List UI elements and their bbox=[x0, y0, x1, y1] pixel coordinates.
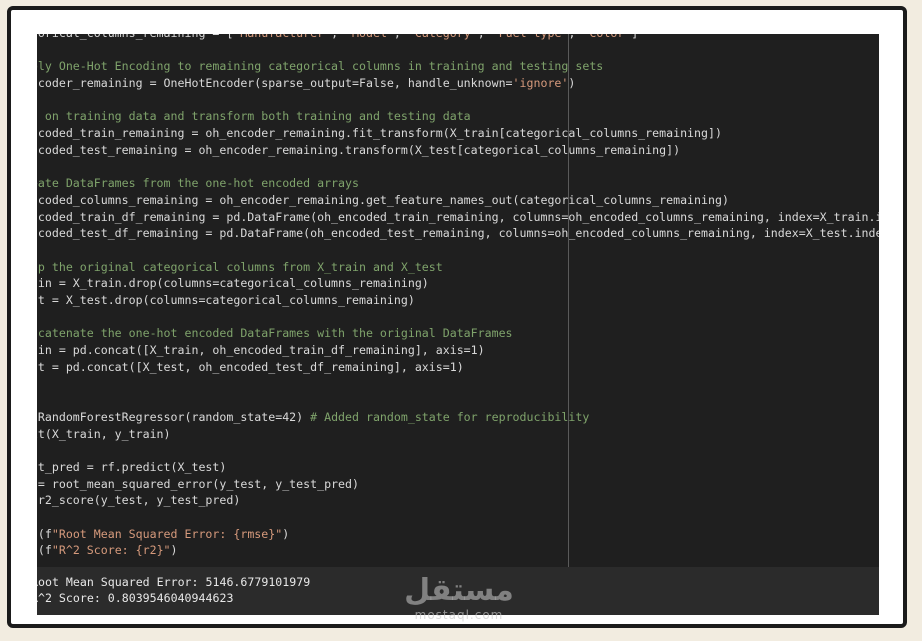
code-line[interactable] bbox=[37, 242, 879, 259]
code-line[interactable]: rf.fit(X_train, y_train) bbox=[37, 426, 879, 443]
code-line[interactable]: categorical_columns_remaining = ['Manufa… bbox=[37, 34, 879, 42]
output-lines: Root Mean Squared Error: 5146.6779101979… bbox=[37, 575, 310, 606]
code-line[interactable]: y_test_pred = rf.predict(X_test) bbox=[37, 459, 879, 476]
code-line[interactable]: # Apply One-Hot Encoding to remaining ca… bbox=[37, 58, 879, 75]
code-line[interactable]: oh_encoded_columns_remaining = oh_encode… bbox=[37, 192, 879, 209]
code-line[interactable]: X_train = pd.concat([X_train, oh_encoded… bbox=[37, 342, 879, 359]
watermark: مستقل mostaql.com bbox=[396, 574, 522, 626]
code-line[interactable]: oh_encoded_train_remaining = oh_encoder_… bbox=[37, 125, 879, 142]
code-line[interactable]: print(f"Root Mean Squared Error: {rmse}"… bbox=[37, 526, 879, 543]
code-editor[interactable]: categorical_columns_remaining = ['Manufa… bbox=[37, 34, 879, 567]
output-line: Root Mean Squared Error: 5146.6779101979 bbox=[37, 575, 311, 589]
code-line[interactable]: # Create DataFrames from the one-hot enc… bbox=[37, 175, 879, 192]
code-line[interactable]: # Drop the original categorical columns … bbox=[37, 259, 879, 276]
code-line[interactable]: rmse = root_mean_squared_error(y_test, y… bbox=[37, 476, 879, 493]
code-line[interactable] bbox=[37, 392, 879, 409]
watermark-logo: مستقل bbox=[404, 573, 514, 608]
code-line[interactable] bbox=[37, 442, 879, 459]
code-line[interactable] bbox=[37, 92, 879, 109]
code-line[interactable]: # Fit on training data and transform bot… bbox=[37, 108, 879, 125]
editor-ruler bbox=[568, 34, 569, 567]
code-lines: categorical_columns_remaining = ['Manufa… bbox=[37, 34, 879, 559]
code-line[interactable]: r2 = r2_score(y_test, y_test_pred) bbox=[37, 492, 879, 509]
code-line[interactable]: X_test = X_test.drop(columns=categorical… bbox=[37, 292, 879, 309]
code-line[interactable] bbox=[37, 159, 879, 176]
code-line[interactable]: oh_encoder_remaining = OneHotEncoder(spa… bbox=[37, 75, 879, 92]
code-line[interactable] bbox=[37, 309, 879, 326]
code-line[interactable]: oh_encoded_test_remaining = oh_encoder_r… bbox=[37, 142, 879, 159]
code-line[interactable] bbox=[37, 42, 879, 59]
code-line[interactable]: print(f"R^2 Score: {r2}") bbox=[37, 542, 879, 559]
code-line[interactable]: # Concatenate the one-hot encoded DataFr… bbox=[37, 325, 879, 342]
code-line[interactable] bbox=[37, 509, 879, 526]
watermark-text: mostaql.com bbox=[414, 608, 504, 622]
code-line[interactable]: oh_encoded_test_df_remaining = pd.DataFr… bbox=[37, 225, 879, 242]
code-line[interactable] bbox=[37, 375, 879, 392]
output-line: R^2 Score: 0.8039546040944623 bbox=[37, 590, 234, 605]
code-line[interactable]: X_test = pd.concat([X_test, oh_encoded_t… bbox=[37, 359, 879, 376]
code-line[interactable]: X_train = X_train.drop(columns=categoric… bbox=[37, 275, 879, 292]
code-line[interactable]: rf = RandomForestRegressor(random_state=… bbox=[37, 409, 879, 426]
code-line[interactable]: oh_encoded_train_df_remaining = pd.DataF… bbox=[37, 209, 879, 226]
